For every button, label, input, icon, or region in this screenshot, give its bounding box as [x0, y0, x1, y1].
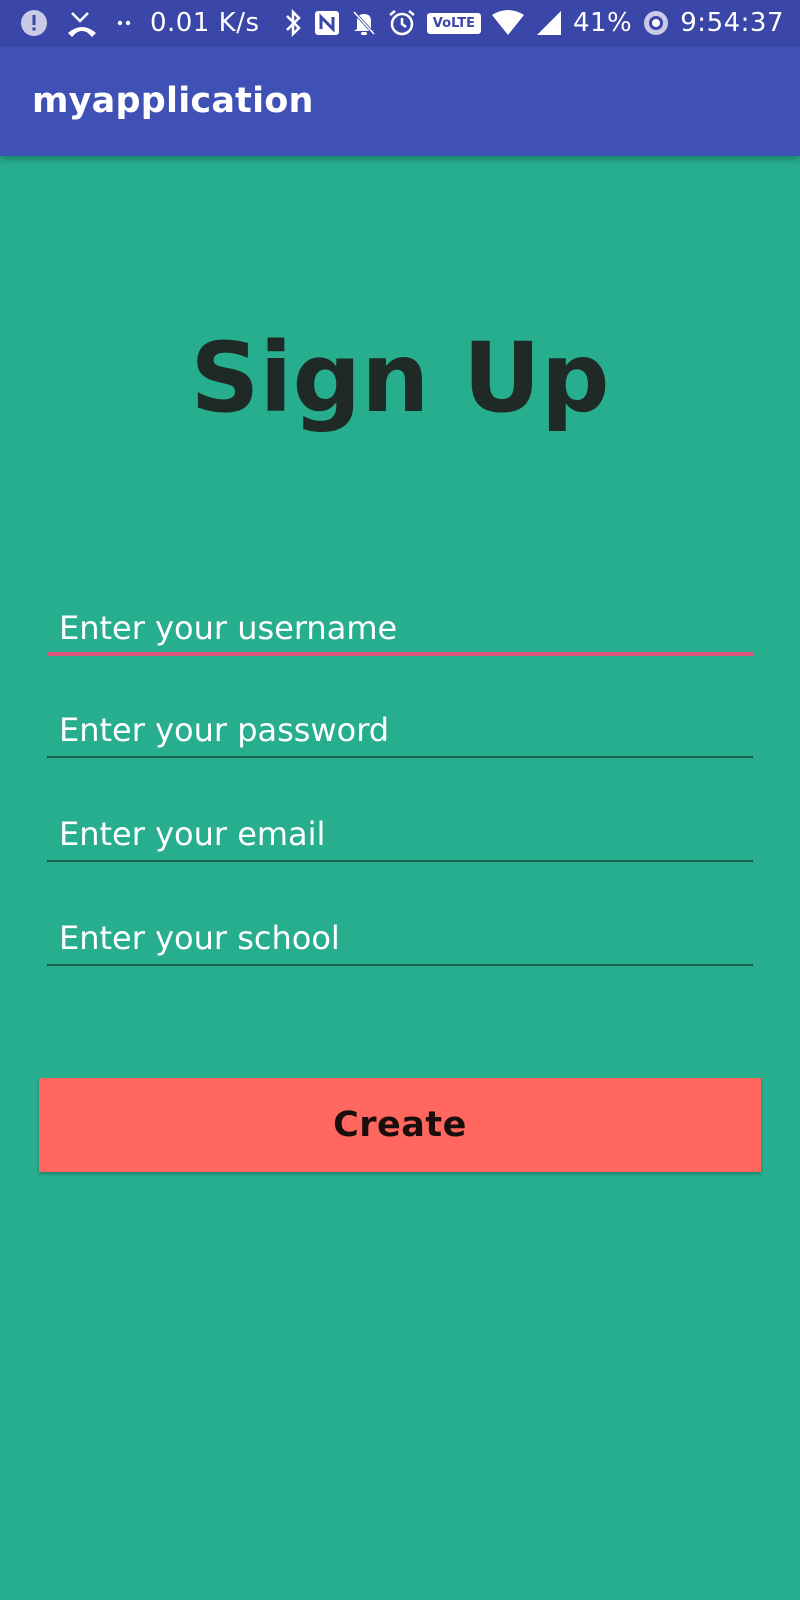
- alert-icon: [20, 9, 48, 37]
- school-field-wrapper: [47, 906, 753, 966]
- app-title: myapplication: [32, 81, 314, 121]
- username-field-wrapper: [47, 596, 753, 656]
- password-underline: [47, 756, 753, 758]
- clock: 9:54:37: [680, 8, 784, 38]
- page-title: Sign Up: [190, 322, 610, 434]
- alarm-icon: [387, 8, 417, 38]
- create-button[interactable]: Create: [39, 1078, 761, 1172]
- email-underline: [47, 860, 753, 862]
- school-input[interactable]: [47, 906, 753, 962]
- email-field-wrapper: [47, 802, 753, 862]
- battery-percent: 41%: [572, 8, 633, 38]
- battery-saver-icon: [642, 9, 670, 37]
- password-field-wrapper: [47, 698, 753, 758]
- signal-icon: [535, 9, 563, 37]
- dots-icon: [116, 9, 132, 37]
- volte-icon: VoLTE: [426, 12, 481, 34]
- username-input[interactable]: [47, 596, 753, 652]
- wifi-icon: [491, 9, 525, 37]
- nfc-icon: [313, 9, 341, 37]
- bluetooth-icon: [283, 8, 303, 38]
- status-bar: 0.01 K/s VoLTE 41% 9:54:37: [0, 0, 800, 46]
- network-speed: 0.01 K/s: [150, 8, 260, 38]
- missed-call-icon: [66, 9, 98, 37]
- username-underline: [47, 652, 753, 656]
- password-input[interactable]: [47, 698, 753, 754]
- school-underline: [47, 964, 753, 966]
- email-input[interactable]: [47, 802, 753, 858]
- app-bar: myapplication: [0, 46, 800, 156]
- bell-off-icon: [351, 9, 377, 37]
